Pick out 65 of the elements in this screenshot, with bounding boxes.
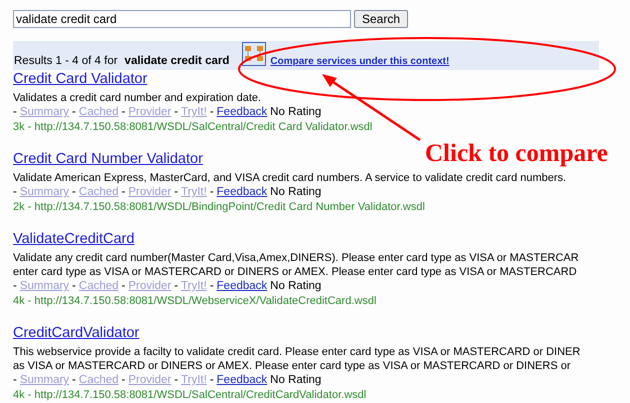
separator: -	[174, 374, 178, 386]
result-link[interactable]: Cached	[78, 374, 119, 386]
result-title-link[interactable]: Credit Card Number Validator	[13, 151, 203, 167]
result-description: enter card type as VISA or MASTERCARD or DINERS or AMEX. Please enter card type as VISA or MASTERCARD	[13, 265, 578, 279]
separator: -	[13, 186, 17, 198]
result-link[interactable]: Provider	[128, 280, 172, 292]
result-link[interactable]: Feedback	[216, 374, 268, 386]
result-link[interactable]: Provider	[128, 106, 172, 118]
compare-icon[interactable]	[242, 42, 266, 66]
search-field[interactable]: validate credit card	[13, 10, 351, 28]
results-summary: Results 1 - 4 of 4 for	[14, 55, 118, 67]
separator: -	[13, 106, 17, 118]
result-description: This webservice provide a facilty to validate credit card. Please enter card type as VISA or MASTERCARD or DINER	[13, 345, 582, 359]
result-link[interactable]: Summary	[20, 106, 70, 118]
result-link[interactable]: Summary	[20, 374, 70, 386]
search-button[interactable]: Search	[354, 10, 408, 28]
separator: -	[122, 106, 126, 118]
separator: -	[72, 280, 76, 292]
separator: -	[13, 374, 17, 386]
separator: -	[72, 106, 76, 118]
result-url: 4k - http://134.7.150.58:8081/WSDL/SalCentral/CreditCardValidator.wsdl	[13, 388, 368, 402]
result-link[interactable]: Cached	[78, 106, 119, 118]
separator: -	[72, 374, 76, 386]
separator: -	[122, 186, 126, 198]
result-title-link[interactable]: ValidateCreditCard	[13, 231, 134, 247]
rating-text: No Rating	[270, 280, 322, 292]
result-link[interactable]: Feedback	[216, 106, 268, 118]
result-link[interactable]: Feedback	[216, 280, 268, 292]
separator: -	[122, 374, 126, 386]
result-link[interactable]: TryIt!	[181, 280, 207, 292]
result-link[interactable]: Cached	[78, 186, 119, 198]
result-description: Validate American Express, MasterCard, and VISA credit card numbers. A service to validate credit card numbers.	[13, 171, 568, 185]
result-title-link[interactable]: Credit Card Validator	[13, 71, 148, 87]
result-link[interactable]: TryIt!	[181, 374, 207, 386]
result-link[interactable]: TryIt!	[181, 106, 207, 118]
separator: -	[174, 186, 178, 198]
result-link[interactable]: Provider	[128, 186, 172, 198]
result-link[interactable]: Summary	[20, 186, 70, 198]
compare-link[interactable]: Compare services under this context!	[270, 56, 450, 67]
result-link[interactable]: Provider	[128, 374, 172, 386]
result-url: 3k - http://134.7.150.58:8081/WSDL/SalCentral/Credit Card Validator.wsdl	[13, 120, 374, 134]
separator: -	[210, 186, 214, 198]
result-link[interactable]: Summary	[20, 280, 70, 292]
result-link[interactable]: Cached	[78, 280, 119, 292]
separator: -	[72, 186, 76, 198]
rating-text: No Rating	[270, 186, 322, 198]
search-query: validate credit card	[124, 55, 230, 67]
separator: -	[210, 280, 214, 292]
result-url: 2k - http://134.7.150.58:8081/WSDL/BindingPoint/Credit Card Number Validator.wsdl	[13, 200, 426, 214]
rating-text: No Rating	[270, 374, 322, 386]
result-link[interactable]: TryIt!	[181, 186, 207, 198]
separator: -	[122, 280, 126, 292]
rating-text: No Rating	[270, 106, 322, 118]
result-description: Validates a credit card number and expiration date.	[13, 91, 262, 105]
result-url: 4k - http://134.7.150.58:8081/WSDL/WebserviceX/ValidateCreditCard.wsdl	[13, 294, 378, 308]
result-link[interactable]: Feedback	[216, 186, 268, 198]
result-description: as VISA or MASTERCARD or DINERS or AMEX. Please enter card type as VISA or MASTERCARD or DINERS or	[13, 359, 572, 373]
result-description: Validate any credit card number(Master Card,Visa,Amex,DINERS). Please enter card type as VISA or MASTERCAR	[13, 251, 580, 265]
result-title-link[interactable]: CreditCardValidator	[13, 325, 140, 341]
separator: -	[174, 106, 178, 118]
separator: -	[13, 280, 17, 292]
separator: -	[210, 106, 214, 118]
annotation-label: Click to compare	[425, 140, 608, 168]
separator: -	[174, 280, 178, 292]
separator: -	[210, 374, 214, 386]
